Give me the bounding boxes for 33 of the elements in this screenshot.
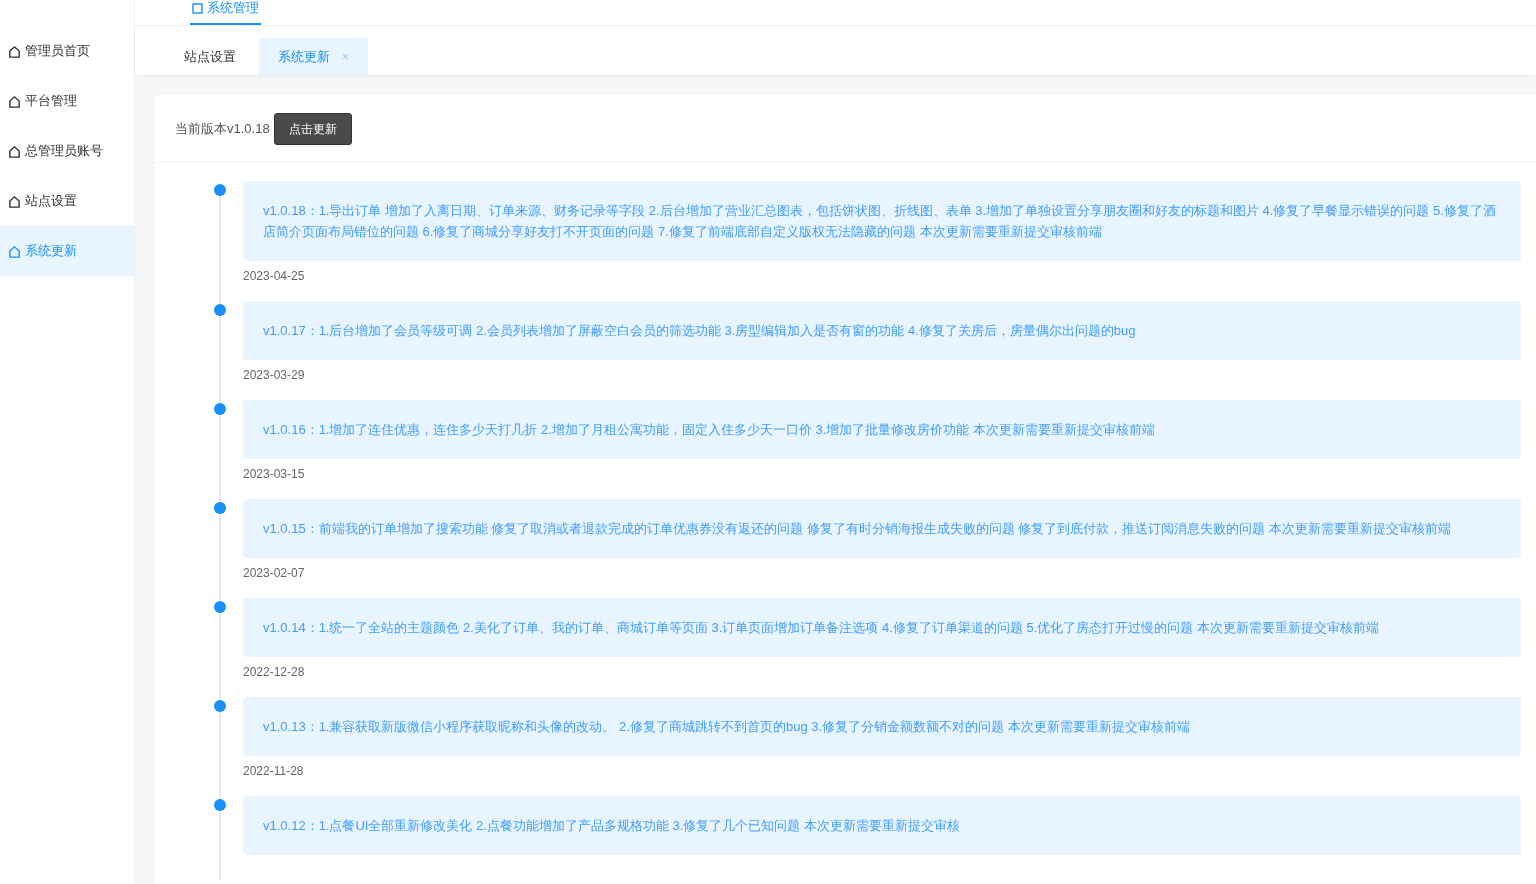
sidebar-item[interactable]: 管理员首页 [0,26,134,76]
entry-date: 2023-03-15 [243,466,306,482]
changelog-entry: v1.0.15：前端我的订单增加了搜索功能 修复了取消或者退款完成的订单优惠券没有返还的问题 修复了有时分销海报生成失败的问题 修复了到底付款，推送订阅消息失败的问题 本次更新需要重新提交审核前端 [243,499,1521,558]
entry-date: 2022-12-28 [243,664,306,680]
window-icon [192,2,203,14]
tab[interactable]: 站点设置 [165,38,255,75]
entry-date: 2022-11-28 [243,763,305,779]
changelog-entry: v1.0.14：1.统一了全站的主题颜色 2.美化了订单、我的订单、商城订单等页面 3.订单页面增加订单备注选项 4.修复了订单渠道的问题 5.优化了房态打开过慢的问题 本次更新需要重新提交审核前端 [243,598,1521,657]
changelog-entry: v1.0.13：1.兼容获取新版微信小程序获取昵称和头像的改动。 2.修复了商城跳转不到首页的bug 3.修复了分销金额数额不对的问题 本次更新需要重新提交审核前端 [243,697,1521,756]
sidebar-item[interactable]: 站点设置 [0,176,134,226]
entry-date: 2023-04-25 [243,268,306,284]
timeline-dot [214,304,226,316]
version-label: 当前版本v1.0.18 [175,119,270,138]
changelog-entry: v1.0.16：1.增加了连住优惠，连住多少天打几折 2.增加了月租公寓功能，固定入住多少天一口价 3.增加了批量修改房价功能 本次更新需要重新提交审核前端 [243,400,1521,459]
home-icon [8,244,21,258]
timeline-dot [214,700,226,712]
update-button[interactable]: 点击更新 [273,112,352,145]
timeline-dot [214,184,226,196]
timeline-dot [214,502,226,514]
sidebar-item[interactable]: 总管理员账号 [0,126,134,176]
home-icon [8,44,21,58]
timeline-dot [214,403,226,415]
home-icon [8,194,21,208]
changelog-entry: v1.0.18：1.导出订单 增加了入离日期、订单来源、财务记录等字段 2.后台增加了营业汇总图表，包括饼状图、折线图、表单 3.增加了单独设置分享朋友圈和好友的标题和图片 4.修复了早餐显示错误的问题 5.修复了酒店简介页面布局错位的问题 6.修复了商城分享好友打不开页面的问题 7.修复了前端底部自定义版权无法隐藏的问题 本次更新需要重新提交审核前端 [243,181,1521,261]
entry-date: 2023-03-29 [243,367,306,383]
entry-date: 2023-02-07 [243,565,306,581]
timeline-dot [214,601,226,613]
changelog-entry: v1.0.12：1.点餐UI全部重新修改美化 2.点餐功能增加了产品多规格功能 3.修复了几个已知问题 本次更新需要重新提交审核 [243,796,1521,855]
home-icon [8,94,21,108]
sidebar-item[interactable]: 平台管理 [0,76,134,126]
home-icon [8,144,21,158]
timeline-dot [214,799,226,811]
changelog-entry: v1.0.17：1.后台增加了会员等级可调 2.会员列表增加了屏蔽空白会员的筛选功能 3.房型编辑加入是否有窗的功能 4.修复了关房后，房量偶尔出问题的bug [243,301,1521,360]
